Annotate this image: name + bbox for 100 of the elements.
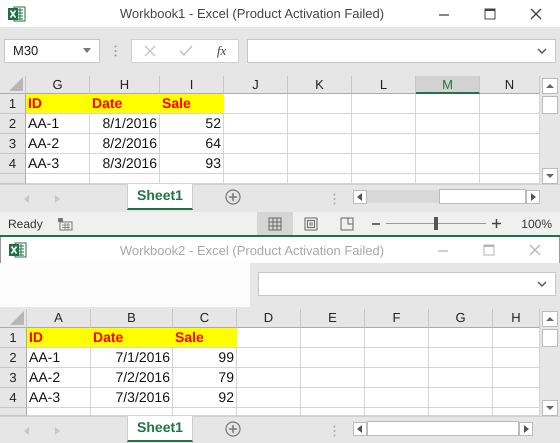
macro-record-icon[interactable] xyxy=(56,216,73,230)
previous-sheet-icon[interactable] xyxy=(24,195,30,203)
close-icon[interactable] xyxy=(530,8,542,20)
cancel-icon[interactable] xyxy=(144,44,156,56)
table-cell: AA-3 xyxy=(27,388,91,408)
table-cell: Date xyxy=(90,94,160,114)
scroll-up-button[interactable] xyxy=(542,78,558,94)
table-cell xyxy=(352,94,416,114)
excel-logo-icon xyxy=(8,6,26,22)
excel-logo-icon xyxy=(9,242,27,258)
table-cell xyxy=(429,348,493,368)
scroll-right-button[interactable] xyxy=(519,422,533,436)
status-text: Ready xyxy=(8,216,43,230)
horizontal-scrollbar[interactable] xyxy=(353,189,540,204)
horizontal-scrollbar[interactable] xyxy=(353,421,533,436)
table-cell xyxy=(416,134,480,154)
scroll-up-button[interactable] xyxy=(542,311,558,327)
table-cell: ID xyxy=(27,328,91,348)
table-cell xyxy=(352,154,416,174)
table-cell: 99 xyxy=(173,348,237,368)
maximize-icon[interactable] xyxy=(484,8,496,20)
table-cell: AA-1 xyxy=(27,348,91,368)
add-sheet-icon[interactable] xyxy=(225,189,241,205)
scroll-thumb[interactable] xyxy=(542,329,558,347)
row-header[interactable]: 3 xyxy=(0,134,26,154)
table-cell: AA-2 xyxy=(27,368,91,388)
scroll-left-button[interactable] xyxy=(353,422,367,436)
chevron-down-icon[interactable] xyxy=(537,48,547,54)
next-sheet-icon[interactable] xyxy=(54,195,60,203)
column-header[interactable]: J xyxy=(224,76,288,94)
scroll-thumb[interactable] xyxy=(542,96,558,114)
scroll-left-button[interactable] xyxy=(353,190,367,204)
name-box[interactable]: M30 xyxy=(4,38,100,62)
table-cell: 64 xyxy=(160,134,224,154)
scroll-thumb[interactable] xyxy=(367,421,519,436)
table-cell: 7/2/2016 xyxy=(91,368,173,388)
row-header[interactable]: 1 xyxy=(0,328,27,348)
zoom-level[interactable]: 100% xyxy=(521,216,552,230)
table-cell xyxy=(237,328,301,348)
zoom-in-icon[interactable] xyxy=(492,219,502,228)
table-cell xyxy=(429,388,493,408)
table-cell xyxy=(301,388,365,408)
grip-icon xyxy=(333,193,336,205)
table-cell xyxy=(429,328,493,348)
window-title: Workbook1 - Excel (Product Activation Failed) xyxy=(118,6,386,21)
row-header[interactable]: 2 xyxy=(0,348,27,368)
table-cell xyxy=(301,368,365,388)
grid-icon xyxy=(268,216,282,230)
next-sheet-icon[interactable] xyxy=(54,427,60,435)
normal-view-button[interactable] xyxy=(257,212,294,235)
scroll-down-button[interactable] xyxy=(542,168,558,184)
previous-sheet-icon[interactable] xyxy=(24,427,30,435)
formula-field[interactable] xyxy=(258,272,556,296)
row-header[interactable] xyxy=(0,174,26,184)
row-header[interactable]: 4 xyxy=(0,388,27,408)
vertical-scrollbar[interactable] xyxy=(540,76,560,184)
formula-field[interactable] xyxy=(247,38,556,62)
table-cell xyxy=(237,388,301,408)
table-cell xyxy=(365,388,429,408)
column-header[interactable]: D xyxy=(237,309,301,328)
insert-function-button[interactable]: fx xyxy=(216,42,226,58)
row-header[interactable]: 1 xyxy=(0,94,26,114)
row-header[interactable]: 2 xyxy=(0,114,26,134)
row-header[interactable]: 3 xyxy=(0,368,27,388)
table-cell xyxy=(237,368,301,388)
table-cell xyxy=(224,94,288,114)
column-header[interactable]: E xyxy=(301,309,365,328)
table-cell: AA-1 xyxy=(26,114,90,134)
table-cell xyxy=(301,348,365,368)
add-sheet-icon[interactable] xyxy=(225,421,241,437)
table-cell xyxy=(416,154,480,174)
checkmark-icon[interactable] xyxy=(179,44,194,56)
table-cell: 7/1/2016 xyxy=(91,348,173,368)
column-header[interactable]: F xyxy=(365,309,429,328)
table-cell: AA-3 xyxy=(26,154,90,174)
table-cell xyxy=(224,114,288,134)
table-cell: 7/3/2016 xyxy=(91,388,173,408)
page-break-icon xyxy=(340,216,354,230)
table-cell: 8/3/2016 xyxy=(90,154,160,174)
row-header[interactable] xyxy=(0,408,27,416)
grip-icon xyxy=(333,425,336,437)
scroll-down-button[interactable] xyxy=(542,400,558,416)
column-header[interactable]: M xyxy=(416,76,480,94)
sheet-tab[interactable]: Sheet1 xyxy=(127,416,193,442)
table-cell xyxy=(416,94,480,114)
sheet-tab[interactable]: Sheet1 xyxy=(127,184,193,210)
chevron-down-icon[interactable] xyxy=(537,281,547,287)
table-cell: 79 xyxy=(173,368,237,388)
table-cell xyxy=(224,154,288,174)
table-cell xyxy=(288,154,352,174)
table-cell xyxy=(224,134,288,154)
scroll-thumb[interactable] xyxy=(439,189,526,204)
row-header[interactable]: 4 xyxy=(0,154,26,174)
table-cell: 52 xyxy=(160,114,224,134)
scroll-right-button[interactable] xyxy=(526,190,540,204)
column-header[interactable]: G xyxy=(429,309,493,328)
column-header[interactable]: K xyxy=(288,76,352,94)
table-cell: 8/1/2016 xyxy=(90,114,160,134)
vertical-scrollbar[interactable] xyxy=(540,309,560,416)
table-cell xyxy=(429,368,493,388)
